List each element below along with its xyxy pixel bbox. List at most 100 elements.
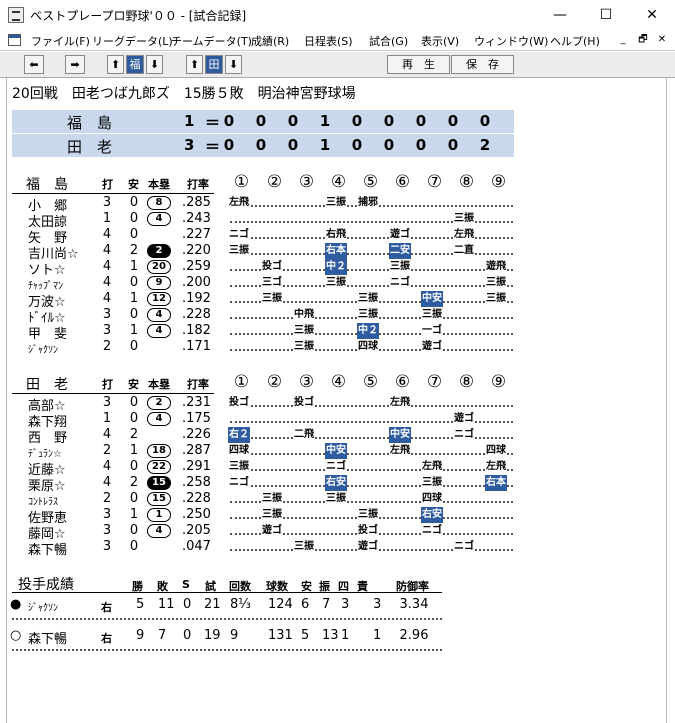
player-row[interactable]: ｺﾝﾄﾚﾗｽ 2 0 15 .228 三振 三振 四球 bbox=[12, 491, 642, 508]
at-bat-result: 遊ゴ bbox=[453, 411, 475, 427]
at-bats: 2 bbox=[102, 491, 112, 506]
inning-number-circle: ⑥ bbox=[394, 372, 411, 392]
score-inning: 0 bbox=[255, 136, 267, 154]
at-bat-result: 一ゴ bbox=[421, 323, 443, 339]
hits: 1 bbox=[129, 323, 139, 338]
mdi-close-button[interactable]: ✕ bbox=[655, 33, 669, 47]
at-bat-result: 中安 bbox=[389, 427, 411, 443]
column-header-avg: 打率 bbox=[187, 378, 209, 391]
player-row[interactable]: 甲 斐 3 1 4.182 三振 中２ 一ゴ bbox=[12, 323, 642, 342]
at-bats: 3 bbox=[102, 539, 112, 554]
player-row[interactable]: ﾃﾞｭﾗﾝ☆ 2 1 18 .287 四球 中安 左飛 四球 bbox=[12, 443, 642, 460]
at-bat-result: 四球 bbox=[421, 491, 443, 507]
at-bats: 3 bbox=[102, 323, 112, 338]
pitching-g: 19 bbox=[204, 628, 221, 643]
player-row[interactable]: 高部☆ 3 0 2.231 投ゴ 投ゴ 左飛 bbox=[12, 395, 642, 414]
score-inning: 0 bbox=[223, 136, 235, 154]
batting-average: .047 bbox=[182, 539, 211, 554]
at-bat-result: 三振 bbox=[325, 491, 347, 507]
at-bat-result: ニゴ bbox=[453, 539, 475, 555]
player-row[interactable]: 小 郷 3 0 8.285 左飛 三振 捕邪 bbox=[12, 195, 642, 214]
player-row[interactable]: 太田諒 1 0 4.243 三振 bbox=[12, 211, 642, 230]
player-row[interactable]: 藤岡☆ 3 0 4.205 遊ゴ 投ゴ ニゴ bbox=[12, 523, 642, 542]
next-game-button[interactable]: ➡ bbox=[65, 55, 85, 74]
pitcher-row[interactable]: ● ｼﾞｬｸｿﾝ右 5 11 0 21 8⅓ 124 6 7 3 3 3.34 bbox=[10, 597, 442, 615]
column-header-avg: 打率 bbox=[187, 178, 209, 191]
at-bat-result: 遊ゴ bbox=[357, 539, 379, 555]
pitching-header-line bbox=[12, 592, 442, 593]
pitcher-row[interactable]: ○ 森下暢右 9 7 0 19 9 131 5 13 1 1 2.96 bbox=[10, 628, 442, 647]
menu-file[interactable]: ファイル(F) bbox=[31, 33, 90, 49]
mdi-restore-button[interactable]: 🗗 bbox=[636, 33, 650, 47]
batting-average: .228 bbox=[182, 491, 211, 506]
at-bats: 4 bbox=[102, 291, 112, 306]
at-bats: 2 bbox=[102, 339, 112, 354]
pitching-s: 0 bbox=[183, 597, 192, 612]
team1-toggle-button[interactable]: 福 bbox=[126, 55, 144, 74]
play-button[interactable]: 再 生 bbox=[387, 55, 450, 74]
player-row[interactable]: ﾁｬｯﾌﾟﾏﾝ 4 0 9 .200 三ゴ 三振 ニゴ 三振 bbox=[12, 275, 642, 292]
team2-toggle-button[interactable]: 田 bbox=[205, 55, 223, 74]
menu-team-data[interactable]: チームデータ(T) bbox=[171, 33, 252, 49]
menu-help[interactable]: ヘルプ(H) bbox=[550, 33, 600, 49]
player-row[interactable]: 森下暢 3 0 .047 三振 遊ゴ ニゴ bbox=[12, 539, 642, 558]
window-title: ベストプレープロ野球'００ - [試合記録] bbox=[30, 9, 247, 23]
menu-schedule[interactable]: 日程表(S) bbox=[304, 33, 353, 49]
inning-number-circle: ⑥ bbox=[394, 172, 411, 192]
at-bat-result: 三振 bbox=[261, 507, 283, 523]
menu-stats[interactable]: 成績(R) bbox=[251, 33, 289, 49]
pitching-h: 6 bbox=[301, 597, 310, 612]
team-name: 田 老 bbox=[26, 377, 68, 393]
save-button[interactable]: 保 存 bbox=[451, 55, 514, 74]
menu-league-data[interactable]: リーグデータ(L) bbox=[92, 33, 173, 49]
toolbar: ⬅ ➡ ⬆ 福 ⬇ ⬆ 田 ⬇ 再 生 保 存 bbox=[0, 52, 675, 78]
at-bat-result: 二直 bbox=[453, 243, 475, 259]
team2-up-button[interactable]: ⬆ bbox=[186, 55, 203, 74]
player-row[interactable]: 森下翔 1 0 4.175 遊ゴ bbox=[12, 411, 642, 430]
player-row[interactable]: 万波☆ 4 1 12.192 三振 三振 中安 三振 bbox=[12, 291, 642, 310]
player-row[interactable]: 近藤☆ 4 0 22.291 三振 ニゴ 左飛 左飛 bbox=[12, 459, 642, 478]
maximize-button[interactable]: ☐ bbox=[583, 0, 629, 30]
player-name: ｼﾞｬｸｿﾝ bbox=[28, 345, 58, 356]
home-runs: 1 bbox=[147, 508, 171, 522]
menu-game[interactable]: 試合(G) bbox=[369, 33, 408, 49]
player-row[interactable]: ﾄﾞｲﾙ☆ 3 0 4.228 中飛 三振 三振 bbox=[12, 307, 642, 326]
home-runs: 20 bbox=[147, 260, 171, 274]
at-bat-result: ニゴ bbox=[453, 427, 475, 443]
minimize-button[interactable]: — bbox=[537, 0, 583, 30]
player-row[interactable]: 栗原☆ 4 2 15.258 ニゴ 右安 三振 右本 bbox=[12, 475, 642, 494]
batting-average: .175 bbox=[182, 411, 211, 426]
app-icon[interactable] bbox=[8, 7, 24, 23]
player-row[interactable]: 西 野 4 2.226 右２ 二飛 中安 ニゴ bbox=[12, 427, 642, 446]
hits: 0 bbox=[129, 227, 139, 242]
close-button[interactable]: ✕ bbox=[629, 0, 675, 30]
home-runs: 4 bbox=[147, 524, 171, 538]
at-bat-result: 三振 bbox=[421, 475, 443, 491]
score-inning: 0 bbox=[479, 112, 491, 130]
team1-down-button[interactable]: ⬇ bbox=[146, 55, 163, 74]
score-row: 田 老 3 ＝ 0 0 0 1 0 0 0 0 2 bbox=[12, 134, 514, 157]
pitching-ip: 8⅓ bbox=[230, 597, 251, 612]
player-row[interactable]: ｼﾞｬｸｿﾝ 2 0 .171 三振 四球 遊ゴ bbox=[12, 339, 642, 356]
document-icon[interactable] bbox=[8, 34, 21, 46]
home-runs: 2 bbox=[147, 244, 171, 258]
player-row[interactable]: 矢 野 4 0.227 ニゴ 右飛 遊ゴ 左飛 bbox=[12, 227, 642, 246]
player-row[interactable]: 佐野恵 3 1 1.250 三振 三振 右安 bbox=[12, 507, 642, 526]
pitching-ip: 9 bbox=[230, 628, 239, 643]
dotted-line bbox=[230, 405, 513, 407]
home-runs: 4 bbox=[147, 212, 171, 226]
menu-view[interactable]: 表示(V) bbox=[421, 33, 459, 49]
team2-down-button[interactable]: ⬇ bbox=[225, 55, 242, 74]
player-row[interactable]: 吉川尚☆ 4 2 2.220 三振 右本 二安 二直 bbox=[12, 243, 642, 262]
prev-game-button[interactable]: ⬅ bbox=[24, 55, 44, 74]
win-loss-mark: ● bbox=[10, 597, 22, 612]
pitcher-row-separator bbox=[12, 618, 442, 620]
player-row[interactable]: ソト☆ 4 1 20.259 投ゴ 中２ 三振 遊飛 bbox=[12, 259, 642, 278]
menu-window[interactable]: ウィンドウ(W) bbox=[474, 33, 548, 49]
team1-up-button[interactable]: ⬆ bbox=[107, 55, 124, 74]
at-bat-result: 三振 bbox=[421, 307, 443, 323]
mdi-minimize-button[interactable]: _ bbox=[616, 33, 630, 47]
batting-average: .226 bbox=[182, 427, 211, 442]
at-bat-result: 中安 bbox=[325, 443, 347, 459]
at-bat-result: 三振 bbox=[293, 323, 315, 339]
